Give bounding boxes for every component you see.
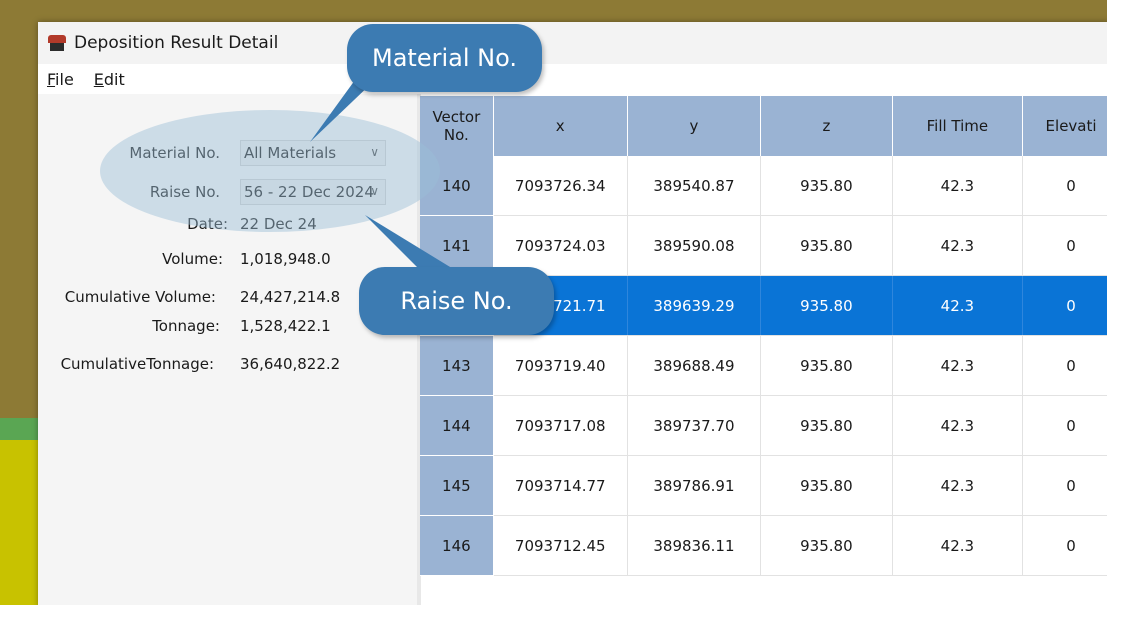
grid-cell[interactable]: 42.3 [892,455,1024,516]
cumulative-volume-label: Cumulative Volume: [64,288,216,306]
menu-edit[interactable]: Edit [94,70,125,89]
grid-cell[interactable]: 7093726.34 [493,156,628,216]
grid-cell[interactable]: 0 [1022,156,1110,216]
grid-cell[interactable]: 389639.29 [627,275,762,336]
grid-cell[interactable]: 42.3 [892,215,1024,276]
grid-cell[interactable]: 42.3 [892,156,1024,216]
cumulative-tonnage-label: CumulativeTonnage: [60,355,214,373]
grid-cell[interactable]: 935.80 [760,395,893,456]
grid-cell[interactable]: 0 [1022,215,1110,276]
grid-cell[interactable]: 935.80 [760,215,893,276]
grid-cell[interactable]: 0 [1022,455,1110,516]
detail-panel-lower [38,415,417,607]
grid-cell[interactable]: 42.3 [892,395,1024,456]
grid-row[interactable]: 145 7093714.77 389786.91 935.80 42.3 0 [420,455,1110,516]
grid-cell[interactable]: 7093717.08 [493,395,628,456]
grid-row[interactable]: 146 7093712.45 389836.11 935.80 42.3 0 [420,515,1110,576]
grid-column-header[interactable]: x [493,96,628,156]
grid-row[interactable]: 143 7093719.40 389688.49 935.80 42.3 0 [420,335,1110,396]
grid-row-header[interactable]: 146 [420,515,494,576]
grid-cell[interactable]: 935.80 [760,335,893,396]
grid-cell[interactable]: 935.80 [760,455,893,516]
grid-row-header[interactable]: 145 [420,455,494,516]
grid-cell[interactable]: 7093714.77 [493,455,628,516]
grid-cell[interactable]: 935.80 [760,275,893,336]
grid-cell[interactable]: 935.80 [760,156,893,216]
titlebar: Deposition Result Detail [38,22,1110,64]
cumulative-volume-value: 24,427,214.8 [240,288,341,306]
volume-value: 1,018,948.0 [240,250,331,268]
grid-cell[interactable]: 0 [1022,395,1110,456]
grid-column-header[interactable]: z [760,96,893,156]
cumulative-tonnage-value: 36,640,822.2 [240,355,341,373]
grid-header-row: Vector No. x y z Fill Time Elevati [420,96,1110,156]
grid-row-header[interactable]: 144 [420,395,494,456]
grid-cell[interactable]: 389786.91 [627,455,762,516]
grid-row[interactable]: 140 7093726.34 389540.87 935.80 42.3 0 [420,156,1110,216]
page-edge-bottom [0,605,1137,633]
grid-row[interactable]: 144 7093717.08 389737.70 935.80 42.3 0 [420,395,1110,456]
grid-cell[interactable]: 389590.08 [627,215,762,276]
grid-column-header[interactable]: Elevati [1022,96,1110,156]
deposition-result-window: Deposition Result Detail File Edit Mater… [38,22,1110,607]
grid-cell[interactable]: 7093712.45 [493,515,628,576]
vector-grid: Vector No. x y z Fill Time Elevati 140 7093726… [420,96,1110,607]
grid-cell[interactable]: 7093719.40 [493,335,628,396]
tonnage-label: Tonnage: [152,317,220,335]
volume-label: Volume: [162,250,223,268]
grid-column-header[interactable]: y [627,96,762,156]
grid-cell[interactable]: 42.3 [892,515,1024,576]
raise-callout: Raise No. [359,267,554,335]
grid-cell[interactable]: 42.3 [892,275,1024,336]
grid-column-header[interactable]: Vector No. [420,96,494,156]
window-title: Deposition Result Detail [74,33,279,53]
page-edge-right [1107,0,1137,633]
grid-column-header[interactable]: Fill Time [892,96,1024,156]
grid-cell[interactable]: 0 [1022,515,1110,576]
grid-row-header[interactable]: 143 [420,335,494,396]
menubar: File Edit [38,64,1110,94]
grid-cell[interactable]: 389737.70 [627,395,762,456]
grid-cell[interactable]: 0 [1022,275,1110,336]
map-region-yellow [0,440,40,620]
grid-cell[interactable]: 389688.49 [627,335,762,396]
grid-cell[interactable]: 389836.11 [627,515,762,576]
app-icon [48,35,66,51]
tonnage-value: 1,528,422.1 [240,317,331,335]
grid-cell[interactable]: 389540.87 [627,156,762,216]
grid-cell[interactable]: 0 [1022,335,1110,396]
grid-cell[interactable]: 42.3 [892,335,1024,396]
menu-file[interactable]: File [47,70,74,89]
material-callout: Material No. [347,24,542,92]
grid-cell[interactable]: 935.80 [760,515,893,576]
